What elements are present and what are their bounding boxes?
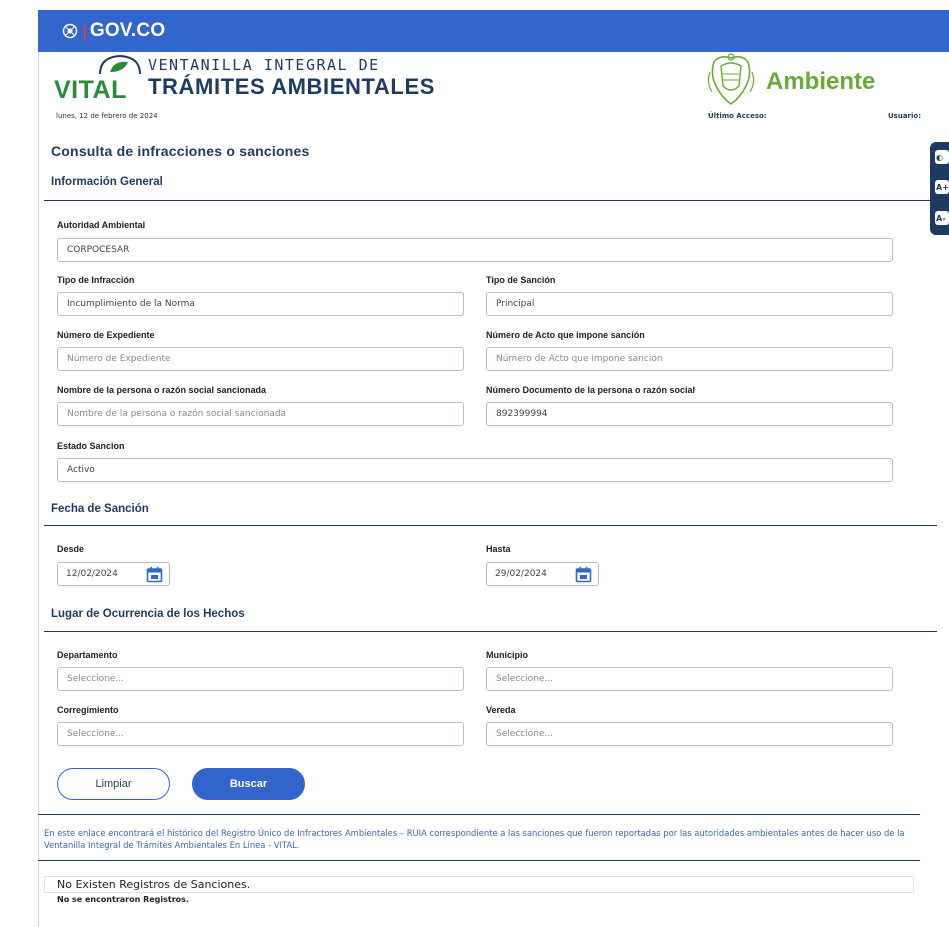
contrast-icon: ◐ (936, 152, 943, 162)
estado-label: Estado Sancion (57, 441, 125, 451)
tipo-infraccion-select[interactable]: Incumplimiento de la Norma (57, 292, 464, 316)
autoridad-label: Autoridad Ambiental (57, 220, 146, 230)
num-acto-input[interactable]: Número de Acto que impone sanción (486, 347, 893, 371)
site-header: VITAL VENTANILLA INTEGRAL DE TRÁMITES AM… (38, 52, 949, 122)
page-title: Consulta de infracciones o sanciones (51, 143, 310, 159)
hasta-label: Hasta (486, 544, 511, 554)
nombre-persona-input[interactable]: Nombre de la persona o razón social sanc… (57, 402, 464, 426)
gov-top-bar: | GOV.CO (38, 10, 949, 52)
hasta-date-input[interactable]: 29/02/2024 (486, 562, 599, 586)
font-decrease-button[interactable]: A- (935, 211, 949, 225)
font-increase-button[interactable]: A+ (935, 180, 949, 194)
ministry-name: Ambiente (766, 68, 876, 95)
num-expediente-input[interactable]: Número de Expediente (57, 347, 464, 371)
vereda-label: Vereda (486, 705, 516, 715)
departamento-label: Departamento (57, 650, 118, 660)
vital-tagline-2: TRÁMITES AMBIENTALES (148, 74, 435, 99)
section-title-fecha: Fecha de Sanción (51, 503, 149, 515)
current-date: lunes, 12 de febrero de 2024 (56, 112, 158, 120)
departamento-select[interactable]: Seleccione... (57, 667, 464, 691)
gov-co-logo-link[interactable]: | GOV.CO (62, 20, 165, 42)
vital-tagline-1: VENTANILLA INTEGRAL DE (148, 56, 380, 74)
section-title-general: Información General (51, 176, 163, 188)
tipo-sancion-label: Tipo de Sanción (486, 275, 556, 285)
corregimiento-label: Corregimiento (57, 705, 119, 715)
num-documento-label: Número Documento de la persona o razón s… (486, 385, 696, 395)
gov-brand-text: GOV.CO (89, 20, 166, 41)
last-access-label: Último Acceso: (708, 112, 767, 120)
section-title-lugar: Lugar de Ocurrencia de los Hechos (51, 608, 245, 620)
nombre-persona-label: Nombre de la persona o razón social sanc… (57, 385, 267, 395)
num-acto-label: Número de Acto que impone sanción (486, 330, 645, 340)
tipo-sancion-select[interactable]: Principal (486, 292, 893, 316)
colombia-shield-icon (62, 23, 78, 39)
ministry-logo[interactable]: Ambiente (706, 52, 936, 112)
user-label: Usuario: (888, 112, 922, 120)
desde-date-input[interactable]: 12/02/2024 (57, 562, 170, 586)
num-documento-input[interactable]: 892399994 (486, 402, 893, 426)
tipo-infraccion-label: Tipo de Infracción (57, 275, 135, 285)
num-expediente-label: Número de Expediente (57, 330, 155, 340)
vereda-select[interactable]: Seleccione... (486, 722, 893, 746)
accessibility-toolbar: ◐ A+ A- (930, 142, 949, 235)
coat-of-arms-icon (707, 53, 755, 105)
font-decrease-icon: A- (936, 213, 946, 223)
leaf-icon (99, 54, 141, 75)
buscar-button[interactable]: Buscar (192, 768, 305, 800)
municipio-label: Municipio (486, 650, 528, 660)
autoridad-select[interactable]: CORPOCESAR (57, 238, 893, 262)
desde-date-value: 12/02/2024 (66, 569, 118, 579)
section-divider-general (44, 200, 937, 201)
page-left-border (38, 10, 39, 927)
desde-label: Desde (57, 544, 85, 554)
section-divider-lugar (44, 631, 937, 632)
top-margin (0, 0, 949, 10)
ruia-history-link[interactable]: En este enlace encontrará el histórico d… (44, 827, 924, 851)
limpiar-button[interactable]: Limpiar (57, 768, 170, 800)
gov-separator: | (82, 21, 88, 41)
contrast-button[interactable]: ◐ (935, 150, 949, 164)
vital-wordmark: VITAL (54, 76, 127, 104)
ruia-divider-top (38, 814, 920, 815)
no-records-message: No se encontraron Registros. (57, 895, 189, 904)
font-increase-icon: A+ (936, 182, 949, 192)
municipio-select[interactable]: Seleccione... (486, 667, 893, 691)
section-divider-fecha (44, 525, 937, 526)
hasta-date-value: 29/02/2024 (495, 569, 547, 579)
calendar-icon[interactable] (575, 566, 592, 583)
calendar-icon[interactable] (146, 566, 163, 583)
ruia-divider-bottom (38, 860, 920, 861)
estado-select[interactable]: Activo (57, 458, 893, 482)
results-panel: No Existen Registros de Sanciones. (44, 876, 914, 893)
vital-logo[interactable]: VITAL VENTANILLA INTEGRAL DE TRÁMITES AM… (54, 54, 434, 104)
corregimiento-select[interactable]: Seleccione... (57, 722, 464, 746)
